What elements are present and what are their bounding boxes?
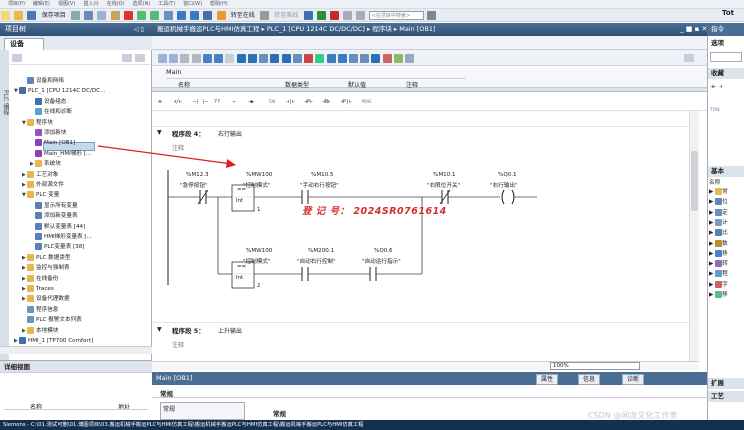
diagnostics-tab[interactable]: 诊断 — [622, 374, 645, 385]
instruction-folder-label: 转 — [722, 261, 728, 268]
instruction-folder-label: 移 — [722, 292, 728, 298]
instruction-folder-label: 常 — [722, 189, 728, 195]
instruction-folder-label: 移 — [722, 250, 728, 257]
inspector-general-item[interactable]: 常规 — [163, 404, 175, 413]
instruction-folder[interactable]: ▶ 字 — [709, 280, 728, 288]
instruction-folder[interactable]: ▶ 位 — [709, 197, 728, 206]
favorite-contact-icon[interactable]: ⊣⊢ ⊣ — [710, 84, 722, 90]
instruction-folder-label: 定 — [722, 209, 728, 216]
instructions-title: 指令 — [707, 23, 744, 36]
instruction-folder[interactable]: ▶ 转 — [709, 259, 728, 268]
network-5-comment[interactable]: 注释 — [172, 340, 184, 349]
instruction-folder[interactable]: ▶ 移 — [709, 249, 728, 257]
instruction-folder[interactable]: ▶ 数 — [709, 239, 728, 247]
instruction-search-input[interactable] — [710, 52, 742, 62]
instruction-folder-label: 字 — [722, 281, 728, 288]
instruction-folder-label: 比 — [722, 230, 728, 237]
instruction-folder[interactable]: ▶ 计 — [709, 218, 728, 226]
status-taskbar: Siemens - C:\01.测试可删\01.博图项目\03.搬运机械手搬运P… — [0, 420, 744, 430]
network-5-subtitle: 上升输出 — [218, 328, 243, 335]
instruction-folder-label: 位 — [722, 199, 728, 206]
network-5-title: 程序段 5： — [172, 327, 205, 335]
extended-header[interactable]: 扩展 — [708, 378, 744, 389]
tech-header[interactable]: 工艺 — [708, 391, 744, 402]
basic-header[interactable]: 基本 — [708, 166, 744, 177]
instruction-folder-label: 计 — [722, 219, 728, 226]
inspector-general-label: 常规 — [273, 410, 286, 418]
instruction-folder[interactable]: ▶ 定 — [709, 208, 728, 216]
instruction-folder[interactable]: ▶ 比 — [709, 228, 728, 237]
instruction-folder-label: 数 — [722, 240, 728, 247]
favorite-ton-icon[interactable]: TON — [710, 108, 720, 113]
properties-tab[interactable]: 属性 — [536, 374, 559, 385]
instruction-folder[interactable]: ▶ 常 — [709, 187, 728, 195]
options-label: 选项 — [708, 38, 744, 49]
instr-name-col: 名称 — [709, 180, 721, 186]
zoom-select[interactable]: 100% — [550, 362, 640, 370]
instruction-folder-label: 程 — [722, 271, 728, 278]
instruction-folder[interactable]: ▶ 移 — [709, 290, 728, 298]
instruction-folder[interactable]: ▶ 程 — [709, 269, 728, 278]
favorites-header[interactable]: 收藏 — [708, 68, 744, 79]
collapse-network-5[interactable]: ▼ — [157, 326, 162, 333]
info-tab[interactable]: 信息 — [578, 374, 601, 385]
